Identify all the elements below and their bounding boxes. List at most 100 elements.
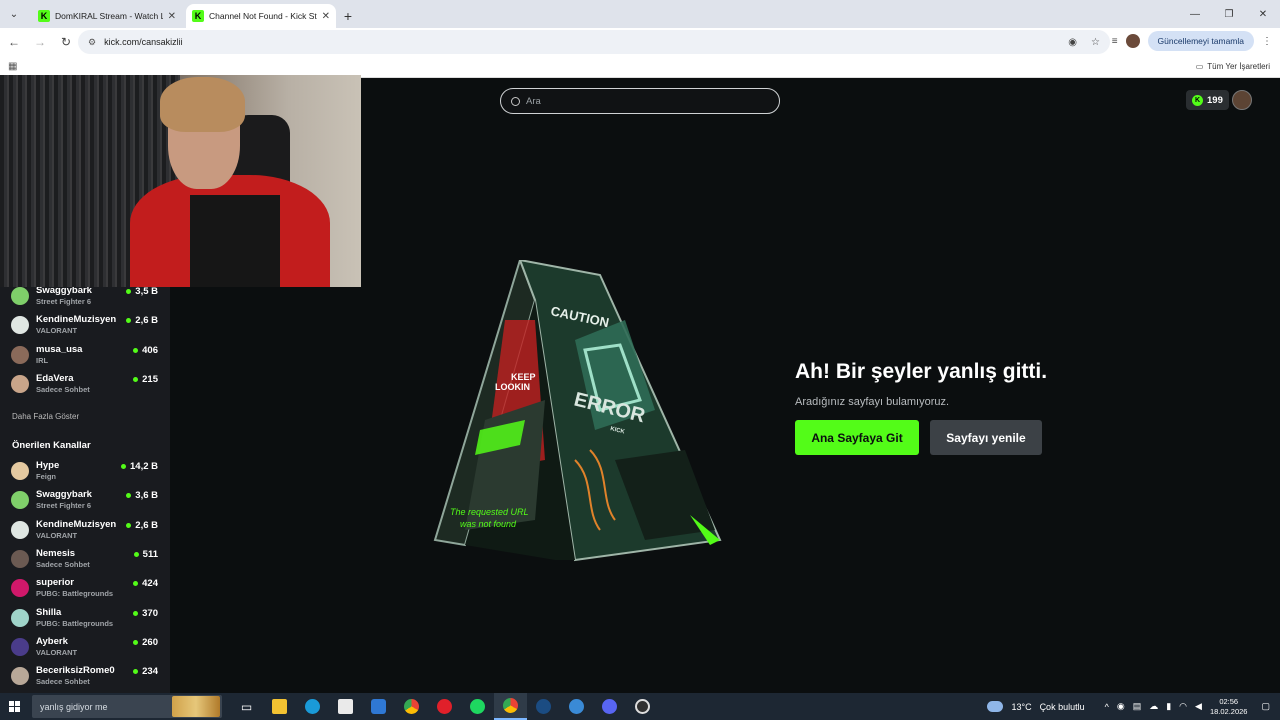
weather-text[interactable]: Çok bulutlu (1040, 702, 1085, 712)
browser-tab[interactable]: K DomKIRAL Stream - Watch Live ✕ (32, 4, 182, 28)
window-controls: — ❐ ✕ (1178, 0, 1280, 28)
viewer-count-value: 3,5 B (135, 286, 158, 297)
channel-item[interactable]: EdaVera Sadece Sohbet 215 (0, 371, 170, 400)
kick-favicon-icon: K (38, 10, 50, 22)
live-dot-icon (126, 522, 132, 528)
channel-category: Sadece Sohbet (36, 560, 90, 570)
search-input[interactable]: Ara (500, 88, 780, 114)
channel-category: Sadece Sohbet (36, 677, 90, 687)
channel-item[interactable]: Swaggybark Street Fighter 6 3,6 B (0, 487, 170, 516)
browser-tab-active[interactable]: K Channel Not Found - Kick Strea ✕ (186, 4, 336, 28)
viewer-count-value: 260 (142, 636, 158, 648)
channel-avatar (11, 345, 29, 364)
sign-looking-text: LOOKIN (495, 382, 530, 392)
channel-item[interactable]: Nemesis Sadece Sohbet 511 (0, 546, 170, 575)
onedrive-icon[interactable]: ☁ (1149, 701, 1158, 712)
channel-item[interactable]: Shilla PUBG: Battlegrounds 370 (0, 605, 170, 634)
viewer-count-value: 406 (142, 344, 158, 356)
reload-page-button[interactable]: Sayfayı yenile (930, 420, 1042, 455)
store-icon[interactable] (329, 693, 362, 720)
clock-date: 18.02.2026 (1209, 706, 1248, 716)
reading-list-icon[interactable]: ≡ (1112, 36, 1118, 47)
person-shirt (190, 195, 280, 287)
kebab-menu-icon[interactable]: ⋮ (1262, 36, 1272, 47)
live-dot-icon (121, 464, 126, 470)
new-tab-button[interactable]: + (336, 4, 360, 28)
notifications-icon[interactable]: ▢ (1261, 701, 1270, 712)
viewer-count: 2,6 B (126, 520, 158, 531)
channel-item[interactable]: superior PUBG: Battlegrounds 424 (0, 575, 170, 604)
weather-cloud-icon (987, 701, 1004, 712)
update-button[interactable]: Güncellemeyi tamamla (1147, 31, 1254, 51)
channel-avatar (11, 287, 29, 305)
forward-button[interactable]: → (28, 30, 52, 54)
channel-item[interactable]: KendineMuzisyen VALORANT 2,6 B (0, 312, 170, 341)
channel-avatar (11, 374, 29, 393)
channel-list: Swaggybark Street Fighter 6 3,5 B KendineMu… (0, 283, 170, 693)
channel-item[interactable]: KendineMuzisyen VALORANT 2,6 B (0, 517, 170, 546)
minimize-button[interactable]: — (1178, 0, 1212, 28)
tray-chevron-icon[interactable]: ^ (1105, 702, 1109, 712)
reload-button[interactable]: ↻ (54, 30, 78, 54)
channel-item[interactable]: Ayberk VALORANT 260 (0, 634, 170, 663)
discord-icon[interactable] (593, 693, 626, 720)
tab-close-icon[interactable]: ✕ (322, 11, 330, 22)
channel-item[interactable]: Swaggybark Street Fighter 6 3,5 B (0, 283, 170, 312)
chrome-active-icon[interactable] (494, 693, 527, 720)
eye-off-icon[interactable]: ◉ (1068, 37, 1077, 48)
all-bookmarks[interactable]: ▭ Tüm Yer İşaretleri (1196, 62, 1270, 71)
start-button[interactable] (0, 693, 28, 720)
address-bar[interactable]: ⚙ kick.com/cansakizlii ◉ ☆ (78, 30, 1110, 54)
wifi-icon[interactable]: ◠ (1179, 701, 1187, 712)
volume-icon[interactable]: ◀ (1195, 701, 1202, 712)
go-home-button[interactable]: Ana Sayfaya Git (795, 420, 919, 455)
kick-page: Swaggybark Street Fighter 6 3,5 B KendineMu… (0, 75, 1280, 693)
search-highlight-image (172, 696, 220, 717)
taskbar-search-text: yanlış gidiyor me (40, 701, 108, 712)
channel-avatar (11, 462, 29, 481)
live-dot-icon (133, 669, 139, 675)
clock[interactable]: 02:56 18.02.2026 (1210, 697, 1248, 717)
temperature[interactable]: 13°C (1011, 702, 1031, 712)
user-avatar[interactable] (1232, 90, 1252, 110)
taskbar-search[interactable]: yanlış gidiyor me (32, 695, 222, 718)
live-dot-icon (133, 610, 139, 616)
close-window-button[interactable]: ✕ (1246, 0, 1280, 28)
url-text: kick.com/cansakizlii (104, 37, 183, 47)
channel-category: Sadece Sohbet (36, 384, 90, 394)
record-icon[interactable]: ◉ (1117, 701, 1125, 712)
sign-notfound-text: was not found (460, 519, 517, 529)
kick-points-badge[interactable]: K 199 (1186, 90, 1229, 110)
windows-logo-icon (8, 701, 20, 712)
show-more-link[interactable]: Daha Fazla Göster (0, 400, 170, 430)
tab-search-chevron-icon[interactable]: ⌄ (0, 0, 28, 28)
mic-icon[interactable]: ▮ (1166, 701, 1171, 712)
task-view-icon[interactable]: ▭ (230, 693, 263, 720)
steam-icon[interactable] (527, 693, 560, 720)
clock-time: 02:56 (1219, 696, 1239, 706)
spotify-icon[interactable] (461, 693, 494, 720)
channel-item[interactable]: BeceriksizRome0 Sadece Sohbet 234 (0, 663, 170, 692)
opera-icon[interactable] (428, 693, 461, 720)
network-icon[interactable]: ▤ (1133, 701, 1142, 712)
channel-item[interactable]: Hype Feign 14,2 B (0, 458, 170, 487)
file-explorer-icon[interactable] (263, 693, 296, 720)
bookmark-star-icon[interactable]: ☆ (1091, 37, 1100, 48)
profile-avatar[interactable] (1125, 34, 1140, 48)
back-button[interactable]: ← (2, 30, 26, 54)
edge-icon[interactable] (296, 693, 329, 720)
chrome-icon[interactable] (395, 693, 428, 720)
error-title: Ah! Bir şeyler yanlış gitti. (795, 360, 1048, 383)
channel-item[interactable]: musa_usa IRL 406 (0, 342, 170, 371)
channel-avatar (11, 608, 29, 627)
site-info-icon[interactable]: ⚙ (88, 37, 96, 48)
outlook-icon[interactable] (362, 693, 395, 720)
apps-grid-icon[interactable]: ▦ (8, 61, 17, 72)
settings-app-icon[interactable] (560, 693, 593, 720)
obs-icon[interactable] (626, 693, 659, 720)
maximize-button[interactable]: ❐ (1212, 0, 1246, 28)
tab-close-icon[interactable]: ✕ (168, 11, 176, 22)
viewer-count: 3,6 B (126, 490, 158, 501)
viewer-count-value: 511 (142, 549, 158, 561)
channel-category: PUBG: Battlegrounds (36, 589, 114, 599)
